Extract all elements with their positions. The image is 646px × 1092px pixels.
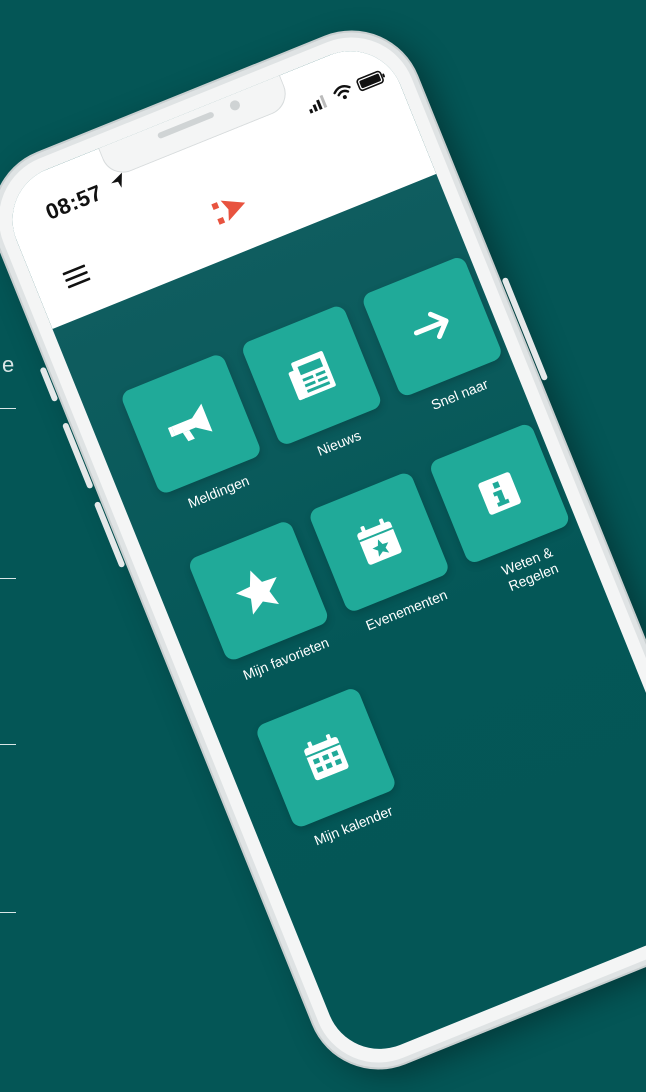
- app-logo: [211, 200, 246, 225]
- megaphone-icon: [167, 403, 213, 442]
- tile-nieuws[interactable]: Nieuws: [240, 303, 393, 472]
- info-icon: [478, 472, 521, 515]
- star-icon: [235, 570, 280, 615]
- edge-letter-fragment: e: [2, 352, 15, 377]
- phone-screen: 08:57 Meldingen Nieuws Snel naar Mijn fa…: [0, 34, 646, 1066]
- calendar-icon: [304, 734, 349, 781]
- status-time: 08:57: [41, 179, 106, 225]
- edge-divider: [0, 408, 16, 409]
- edge-divider: [0, 744, 16, 745]
- newspaper-icon: [288, 351, 336, 401]
- edge-divider: [0, 912, 16, 913]
- edge-divider: [0, 578, 16, 579]
- app-bar: 08:57: [0, 34, 437, 329]
- arrow-right-icon: [413, 311, 449, 340]
- tile-mijn-kalender[interactable]: Mijn kalender: [254, 686, 407, 854]
- cellular-signal-icon: [309, 94, 328, 114]
- calendar-star-icon: [357, 518, 402, 565]
- phone-mockup: 08:57 Meldingen Nieuws Snel naar Mijn fa…: [0, 11, 646, 1089]
- tile-evenementen[interactable]: Evenementen: [307, 470, 460, 639]
- hamburger-menu-icon[interactable]: [62, 262, 92, 290]
- battery-icon: [356, 70, 385, 92]
- wifi-icon: [333, 84, 351, 100]
- tile-mijn-favorieten[interactable]: Mijn favorieten: [186, 519, 340, 687]
- location-arrow-icon: [111, 172, 122, 188]
- tile-meldingen[interactable]: Meldingen: [119, 352, 273, 520]
